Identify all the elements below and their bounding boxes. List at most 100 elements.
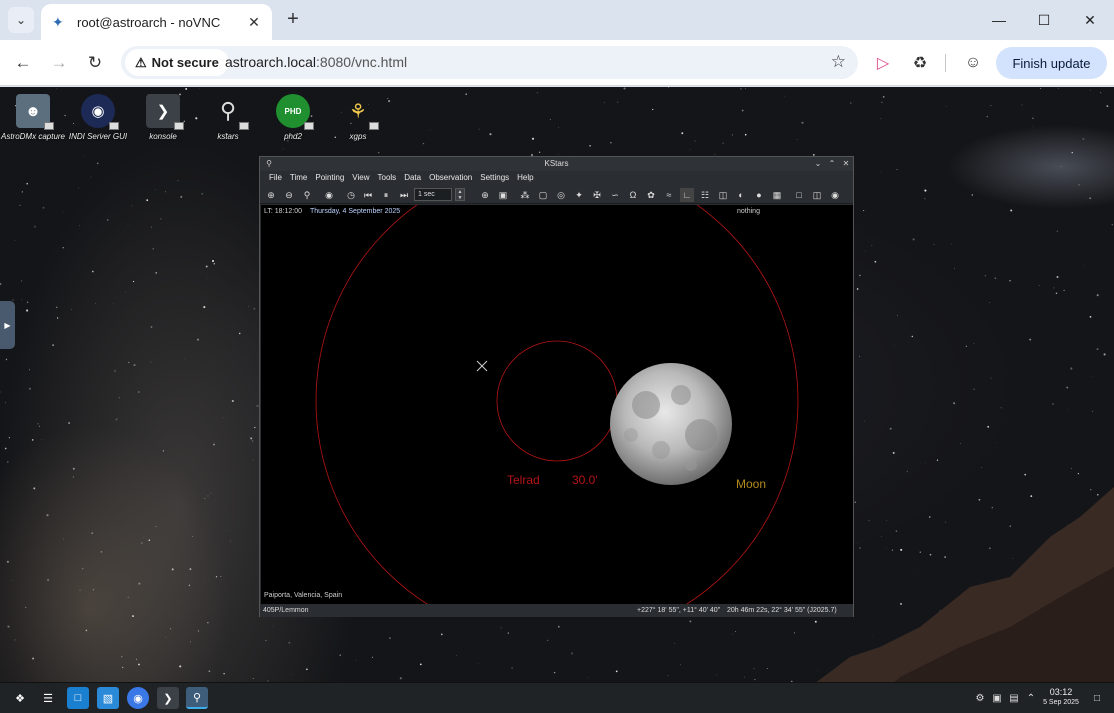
menu-time[interactable]: Time bbox=[286, 171, 311, 185]
chevron-up-icon[interactable]: ⌃ bbox=[825, 157, 839, 171]
ground-icon[interactable]: ◐ bbox=[734, 188, 748, 202]
desktop-icon-label: INDI Server GUI bbox=[68, 132, 128, 141]
desktop-icon-phd2[interactable]: PHD phd2 bbox=[260, 94, 326, 142]
file-manager-icon[interactable]: ▧ bbox=[97, 687, 119, 709]
chevron-up-icon[interactable]: ⌃ bbox=[1024, 691, 1038, 705]
menu-help[interactable]: Help bbox=[513, 171, 537, 185]
clock-date: 5 Sep 2025 bbox=[1043, 699, 1079, 706]
crosshair-icon[interactable]: ⊕ bbox=[478, 188, 492, 202]
kstars-titlebar[interactable]: ⚲ KStars ⌄ ⌃ ✕ bbox=[260, 157, 853, 171]
menu-data[interactable]: Data bbox=[400, 171, 425, 185]
step-back-icon[interactable]: ⏮ bbox=[361, 188, 375, 202]
menu-observation[interactable]: Observation bbox=[425, 171, 476, 185]
grid-icon[interactable]: ☷ bbox=[698, 188, 712, 202]
bookmark-star-icon[interactable]: ☆ bbox=[831, 52, 846, 72]
menu-file[interactable]: File bbox=[265, 171, 286, 185]
konsole-task-icon[interactable]: ❯ bbox=[157, 687, 179, 709]
stars-icon[interactable]: ⁂ bbox=[518, 188, 532, 202]
zoom-out-icon[interactable]: ⊖ bbox=[282, 188, 296, 202]
deep-sky-icon[interactable]: ▢ bbox=[536, 188, 550, 202]
phd2-icon: PHD bbox=[276, 94, 314, 130]
toolbar-divider bbox=[945, 54, 946, 72]
back-button[interactable]: ← bbox=[11, 51, 35, 75]
flag-icon[interactable]: ● bbox=[752, 188, 766, 202]
clipboard-icon[interactable]: ▣ bbox=[990, 691, 1004, 705]
finish-update-button[interactable]: Finish update bbox=[996, 47, 1107, 79]
solar-system-icon[interactable]: ◎ bbox=[554, 188, 568, 202]
fov-icon[interactable]: □ bbox=[792, 188, 806, 202]
show-desktop-icon[interactable]: ☰ bbox=[37, 687, 59, 709]
zoom-default-icon[interactable]: ⚲ bbox=[300, 188, 314, 202]
tab-active[interactable]: ✦ root@astroarch - noVNC ✕ bbox=[41, 4, 272, 40]
url-path: :8080/vnc.html bbox=[316, 54, 408, 70]
milky-way-icon[interactable]: ✿ bbox=[644, 188, 658, 202]
star-icon[interactable]: ✦ bbox=[572, 188, 586, 202]
chevron-down-icon: ⌄ bbox=[15, 13, 27, 27]
network-icon[interactable]: ⚙ bbox=[973, 691, 987, 705]
horizon-icon[interactable]: ∟ bbox=[680, 188, 694, 202]
close-tab-icon[interactable]: ✕ bbox=[244, 12, 264, 32]
app-launcher-icon[interactable]: ❖ bbox=[9, 687, 31, 709]
vnc-desktop[interactable]: ☻ AstroDMx capture ◉ INDI Server GUI ❯ k… bbox=[0, 87, 1114, 713]
eye-icon[interactable]: ◉ bbox=[828, 188, 842, 202]
extensions-icon[interactable]: ♻ bbox=[908, 51, 932, 75]
close-icon[interactable] bbox=[476, 360, 488, 372]
constellation-lines-icon[interactable]: ∽ bbox=[608, 188, 622, 202]
desktop-icon-label: AstroDMx capture bbox=[0, 132, 66, 141]
desktop-icon-konsole[interactable]: ❯ konsole bbox=[130, 94, 196, 142]
maximize-button[interactable]: ☐ bbox=[1021, 6, 1067, 34]
desktop-icon-label: kstars bbox=[217, 132, 239, 141]
profile-icon[interactable]: ☺ bbox=[961, 51, 985, 75]
reload-button[interactable]: ↻ bbox=[83, 51, 107, 75]
novnc-favicon-icon: ✦ bbox=[52, 14, 64, 30]
satellite-icon[interactable]: ✠ bbox=[590, 188, 604, 202]
moon-disc[interactable] bbox=[610, 363, 732, 485]
kstars-task-icon[interactable]: ⚲ bbox=[186, 687, 208, 709]
hips-icon[interactable]: ▦ bbox=[770, 188, 784, 202]
address-bar[interactable]: ⚠ Not secure astroarch.local:8080/vnc.ht… bbox=[121, 46, 858, 79]
time-step-stepper[interactable]: ▲ ▼ bbox=[455, 188, 465, 201]
clock-icon[interactable]: ◷ bbox=[344, 188, 358, 202]
menu-tools[interactable]: Tools bbox=[374, 171, 401, 185]
status-altaz: +227° 18' 55", +11° 40' 40" bbox=[637, 607, 721, 614]
ecliptic-icon[interactable]: ◫ bbox=[716, 188, 730, 202]
constellation-names-icon[interactable]: Ω bbox=[626, 188, 640, 202]
site-info-chip[interactable]: ⚠ Not secure bbox=[125, 49, 229, 76]
zoom-in-icon[interactable]: ⊕ bbox=[264, 188, 278, 202]
forward-button[interactable]: → bbox=[47, 51, 71, 75]
trash-icon[interactable]: ◫ bbox=[810, 188, 824, 202]
browser-icon[interactable]: ◉ bbox=[127, 687, 149, 709]
close-icon[interactable]: ✕ bbox=[839, 157, 853, 171]
menu-pointing[interactable]: Pointing bbox=[311, 171, 348, 185]
pause-icon[interactable]: ⏸ bbox=[379, 188, 393, 202]
tab-title: root@astroarch - noVNC bbox=[77, 14, 221, 30]
globe-icon[interactable]: ◉ bbox=[322, 188, 336, 202]
telrad-label: Telrad bbox=[507, 473, 540, 487]
menu-view[interactable]: View bbox=[348, 171, 373, 185]
desktop-icon-kstars[interactable]: ⚲ kstars bbox=[195, 94, 261, 142]
time-step-field[interactable]: 1 sec bbox=[414, 188, 452, 201]
chevron-down-icon[interactable]: ⌄ bbox=[811, 157, 825, 171]
desktop-icon-xgps[interactable]: ⚘ xgps bbox=[325, 94, 391, 142]
minimize-button[interactable]: — bbox=[976, 6, 1022, 34]
close-window-button[interactable]: ✕ bbox=[1067, 6, 1113, 34]
peek-desktop-icon[interactable]: □ bbox=[1090, 691, 1104, 705]
menu-settings[interactable]: Settings bbox=[476, 171, 513, 185]
display-icon[interactable]: ▤ bbox=[1007, 691, 1021, 705]
step-forward-icon[interactable]: ⏭ bbox=[397, 188, 411, 202]
desktop-icon-indi[interactable]: ◉ INDI Server GUI bbox=[65, 94, 131, 142]
url-host: astroarch.local bbox=[225, 54, 317, 70]
novnc-control-bar-handle[interactable]: ▶ bbox=[0, 301, 15, 349]
security-label: Not secure bbox=[151, 55, 219, 70]
focus-object: nothing bbox=[737, 208, 760, 215]
media-router-icon[interactable]: ▷ bbox=[871, 51, 895, 75]
system-clock[interactable]: 03:12 5 Sep 2025 bbox=[1038, 687, 1084, 708]
equator-icon[interactable]: ≈ bbox=[662, 188, 676, 202]
software-center-icon[interactable]: □ bbox=[67, 687, 89, 709]
desktop-icon-astrodmx[interactable]: ☻ AstroDMx capture bbox=[0, 94, 66, 142]
xgps-icon: ⚘ bbox=[341, 94, 379, 130]
new-tab-button[interactable]: + bbox=[283, 9, 303, 29]
tab-search-button[interactable]: ⌄ bbox=[8, 7, 34, 33]
sky-map[interactable]: LT: 18:12:00 Thursday, 4 September 2025 … bbox=[261, 205, 853, 605]
image-icon[interactable]: ▣ bbox=[496, 188, 510, 202]
